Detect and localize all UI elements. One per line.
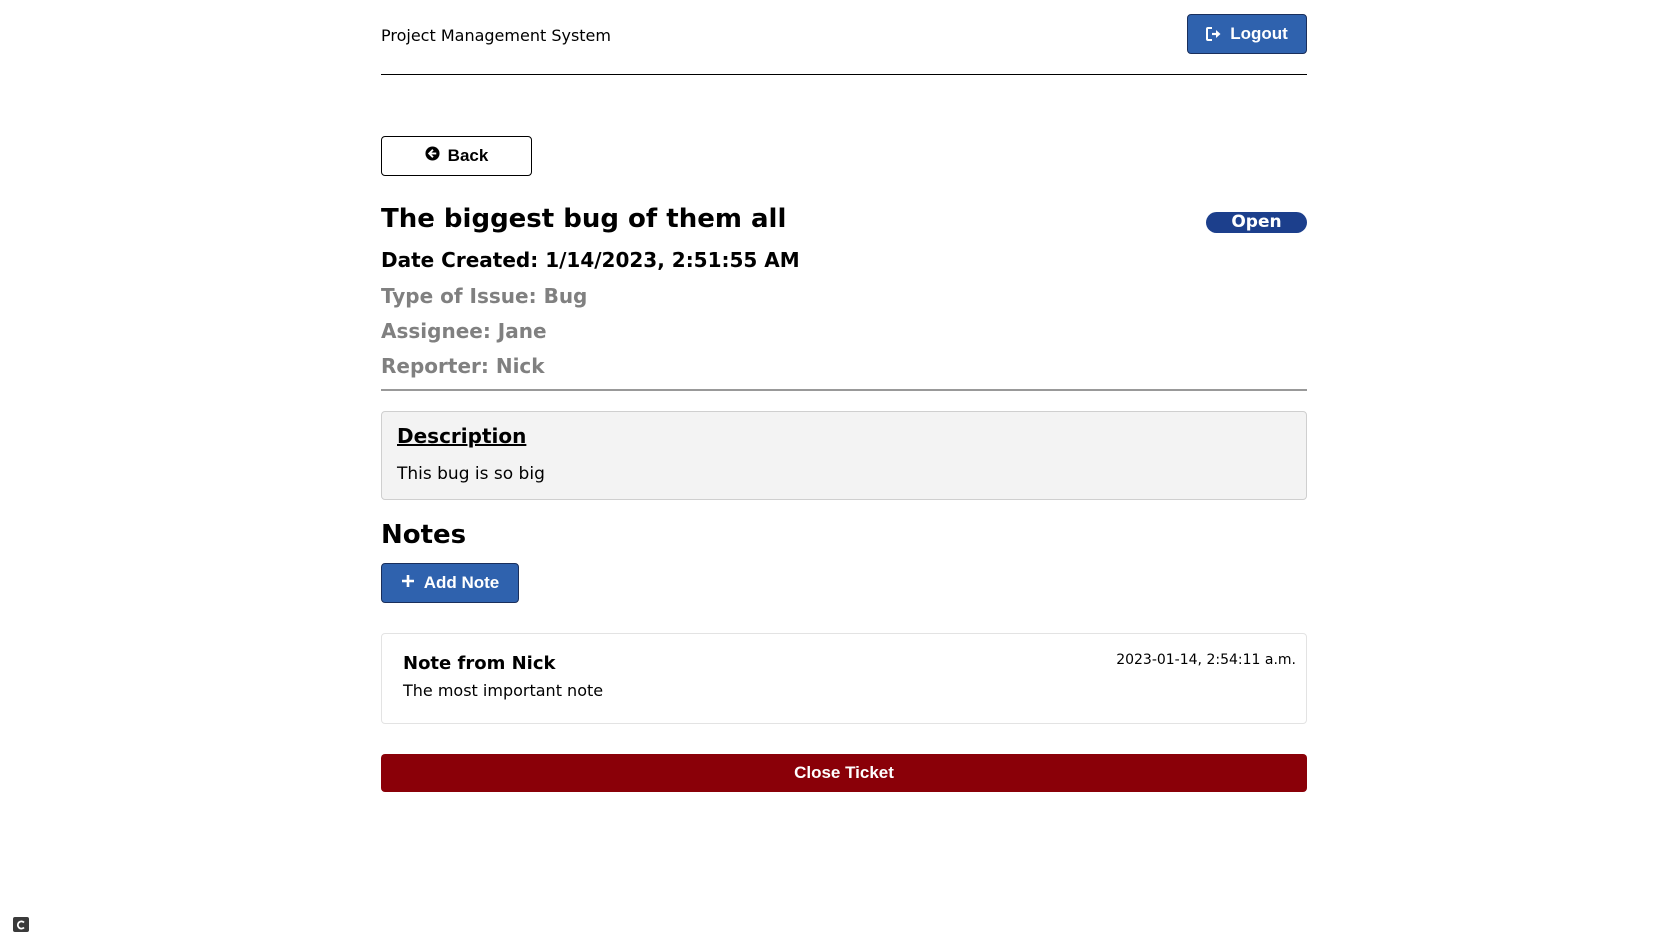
circle-arrow-left-icon	[425, 146, 440, 166]
back-label: Back	[447, 146, 489, 165]
back-button[interactable]: Back	[381, 136, 532, 176]
logout-button[interactable]: Logout	[1187, 14, 1307, 54]
note-date: 2023-01-14, 2:54:11 a.m.	[1116, 652, 1296, 668]
add-note-label: Add Note	[423, 573, 500, 592]
description-panel: Description This bug is so big	[381, 411, 1307, 500]
app-header: Project Management System Logout	[381, 0, 1307, 75]
date-created: Date Created: 1/14/2023, 2:51:55 AM	[381, 248, 800, 272]
notes-heading: Notes	[381, 520, 467, 550]
plus-icon	[401, 573, 415, 593]
note-body: The most important note	[403, 681, 604, 700]
description-text: This bug is so big	[397, 464, 545, 484]
note-card: Note from Nick The most important note 2…	[381, 633, 1307, 724]
sign-out-icon	[1206, 27, 1222, 41]
reporter: Reporter: Nick	[381, 354, 545, 378]
app-title: Project Management System	[381, 26, 611, 45]
issue-type: Type of Issue: Bug	[381, 284, 588, 308]
divider	[381, 389, 1307, 391]
note-author: Note from Nick	[403, 653, 556, 674]
close-ticket-button[interactable]: Close Ticket	[381, 754, 1307, 792]
widget-icon[interactable]	[13, 917, 29, 932]
ticket-title: The biggest bug of them all	[381, 204, 787, 234]
add-note-button[interactable]: Add Note	[381, 563, 519, 603]
assignee: Assignee: Jane	[381, 319, 547, 343]
page-container: Project Management System Logout Back Th…	[381, 0, 1307, 792]
description-heading: Description	[397, 424, 527, 448]
logout-label: Logout	[1230, 24, 1288, 43]
status-badge: Open	[1206, 212, 1307, 233]
